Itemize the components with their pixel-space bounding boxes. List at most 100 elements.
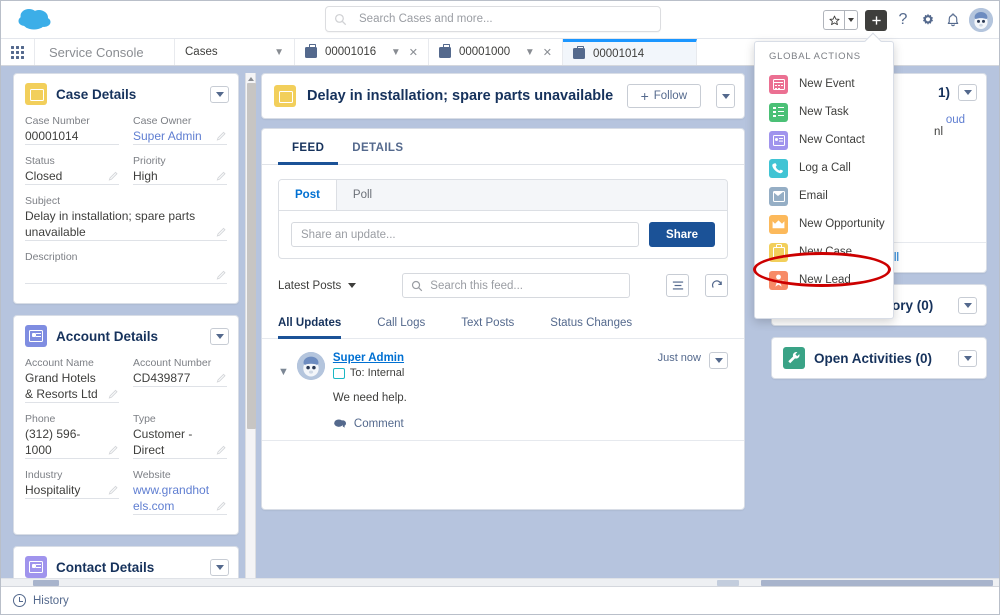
edit-pencil-icon[interactable] <box>216 171 227 182</box>
favorites-dropdown-button[interactable] <box>844 10 858 30</box>
edit-pencil-icon[interactable] <box>108 389 119 400</box>
edit-pencil-icon[interactable] <box>216 131 227 142</box>
field-value: Hospitality <box>25 483 81 497</box>
favorites-star-button[interactable] <box>823 10 844 30</box>
card-collapse-button[interactable] <box>958 349 977 367</box>
feed-filter-button[interactable] <box>666 274 689 297</box>
edit-pencil-icon[interactable] <box>216 501 227 512</box>
menu-item-email[interactable]: Email <box>755 182 893 210</box>
field-value[interactable]: Super Admin <box>133 128 212 144</box>
chevron-down-icon[interactable]: ▼ <box>274 47 284 58</box>
share-button[interactable]: Share <box>649 222 715 247</box>
field-value: Delay in installation; spare parts unava… <box>25 209 196 239</box>
avatar[interactable] <box>296 352 325 380</box>
close-icon[interactable]: ✕ <box>409 46 418 59</box>
left-sidebar-scrollbar[interactable] <box>245 73 256 586</box>
help-button[interactable]: ? <box>894 11 912 29</box>
workspace-tab-00001016[interactable]: 00001016 ▼ ✕ <box>295 39 429 65</box>
tab-details[interactable]: DETAILS <box>338 129 417 164</box>
search-input[interactable] <box>357 12 652 26</box>
feed-search-input[interactable]: Search this feed... <box>402 273 631 298</box>
field-case-owner: Case Owner Super Admin <box>133 114 227 154</box>
edit-pencil-icon[interactable] <box>216 445 227 456</box>
follow-button[interactable]: + Follow <box>626 84 701 108</box>
close-icon[interactable]: ✕ <box>543 46 552 59</box>
field-label: Case Number <box>25 115 90 127</box>
feed-tab-all-updates[interactable]: All Updates <box>278 308 342 339</box>
console-footer: History <box>1 586 999 614</box>
record-actions-dropdown-button[interactable] <box>716 84 735 108</box>
menu-item-new-opportunity[interactable]: New Opportunity <box>755 210 893 238</box>
scroll-up-arrow-icon[interactable] <box>248 77 254 81</box>
field-account-number: Account Number CD439877 <box>133 356 227 412</box>
menu-item-new-case[interactable]: New Case <box>755 238 893 266</box>
feed-post: ▼ Super Admin To: Internal Just now We n… <box>262 339 744 441</box>
favorites-group[interactable] <box>823 10 858 30</box>
chevron-down-icon[interactable]: ▼ <box>525 47 535 58</box>
app-name[interactable]: Service Console <box>35 39 175 65</box>
history-button-label[interactable]: History <box>33 595 69 607</box>
post-author[interactable]: Super Admin <box>333 352 658 364</box>
publisher-tab-post[interactable]: Post <box>279 180 337 210</box>
edit-pencil-icon[interactable] <box>216 373 227 384</box>
search-icon <box>412 280 423 291</box>
field-label: Case Owner <box>133 115 192 127</box>
setup-button[interactable] <box>919 11 937 29</box>
feed-tab-call-logs[interactable]: Call Logs <box>377 308 425 338</box>
menu-item-new-event[interactable]: New Event <box>755 70 893 98</box>
edit-pencil-icon[interactable] <box>108 485 119 496</box>
scrollbar-thumb[interactable] <box>247 83 256 429</box>
field-industry: Industry Hospitality <box>25 468 119 524</box>
menu-item-new-task[interactable]: New Task <box>755 98 893 126</box>
card-collapse-button[interactable] <box>958 84 977 101</box>
menu-item-label: New Task <box>799 106 849 118</box>
field-label: Type <box>133 413 156 425</box>
menu-item-new-contact[interactable]: New Contact <box>755 126 893 154</box>
card-collapse-button[interactable] <box>210 85 229 103</box>
field-value: Closed <box>25 169 63 183</box>
field-value[interactable]: www.grandhotels.com <box>133 482 212 514</box>
app-launcher-button[interactable] <box>1 39 35 65</box>
chevron-down-icon[interactable]: ▼ <box>391 47 401 58</box>
tab-feed[interactable]: FEED <box>278 129 339 165</box>
contact-icon <box>25 556 47 578</box>
feed-tab-text-posts[interactable]: Text Posts <box>461 308 514 338</box>
share-update-input[interactable]: Share an update... <box>291 222 640 247</box>
menu-item-new-lead[interactable]: New Lead <box>755 266 893 294</box>
card-collapse-button[interactable] <box>958 296 977 314</box>
card-collapse-button[interactable] <box>210 558 229 576</box>
nav-item-cases[interactable]: Cases ▼ <box>175 39 295 65</box>
card-collapse-button[interactable] <box>210 327 229 345</box>
publisher-tab-poll[interactable]: Poll <box>337 180 388 210</box>
edit-pencil-icon[interactable] <box>216 270 227 281</box>
feed-sort-dropdown[interactable]: Latest Posts <box>278 280 357 292</box>
notifications-button[interactable] <box>944 11 962 29</box>
horizontal-scrollbar[interactable] <box>1 578 999 586</box>
page-title: Delay in installation; spare parts unava… <box>307 88 614 104</box>
post-collapse-button[interactable]: ▼ <box>278 352 289 430</box>
bell-icon <box>947 13 959 26</box>
salesforce-cloud-logo[interactable] <box>15 5 59 35</box>
edit-pencil-icon[interactable] <box>216 227 227 238</box>
feed-tab-status-changes[interactable]: Status Changes <box>550 308 632 338</box>
field-label: Status <box>25 155 55 167</box>
post-actions-dropdown-button[interactable] <box>709 352 728 369</box>
avatar[interactable] <box>969 8 993 32</box>
edit-pencil-icon[interactable] <box>108 445 119 456</box>
feed-search-placeholder: Search this feed... <box>430 279 523 292</box>
account-icon <box>25 325 47 347</box>
workspace-tab-00001000[interactable]: 00001000 ▼ ✕ <box>429 39 563 65</box>
edit-pencil-icon[interactable] <box>108 171 119 182</box>
menu-item-log-a-call[interactable]: Log a Call <box>755 154 893 182</box>
workspace-tab-label: 00001014 <box>593 47 645 60</box>
plus-icon <box>871 15 881 25</box>
global-search[interactable] <box>325 6 661 32</box>
record-tabs: FEED DETAILS <box>262 129 744 165</box>
feed-refresh-button[interactable] <box>705 274 728 297</box>
field-label: Industry <box>25 469 63 481</box>
global-actions-button[interactable] <box>865 9 887 31</box>
post-comment-button[interactable]: Comment <box>333 418 728 430</box>
post-timestamp: Just now <box>657 352 701 364</box>
chevron-down-icon <box>348 283 357 288</box>
workspace-tab-00001014[interactable]: 00001014 <box>563 39 697 65</box>
